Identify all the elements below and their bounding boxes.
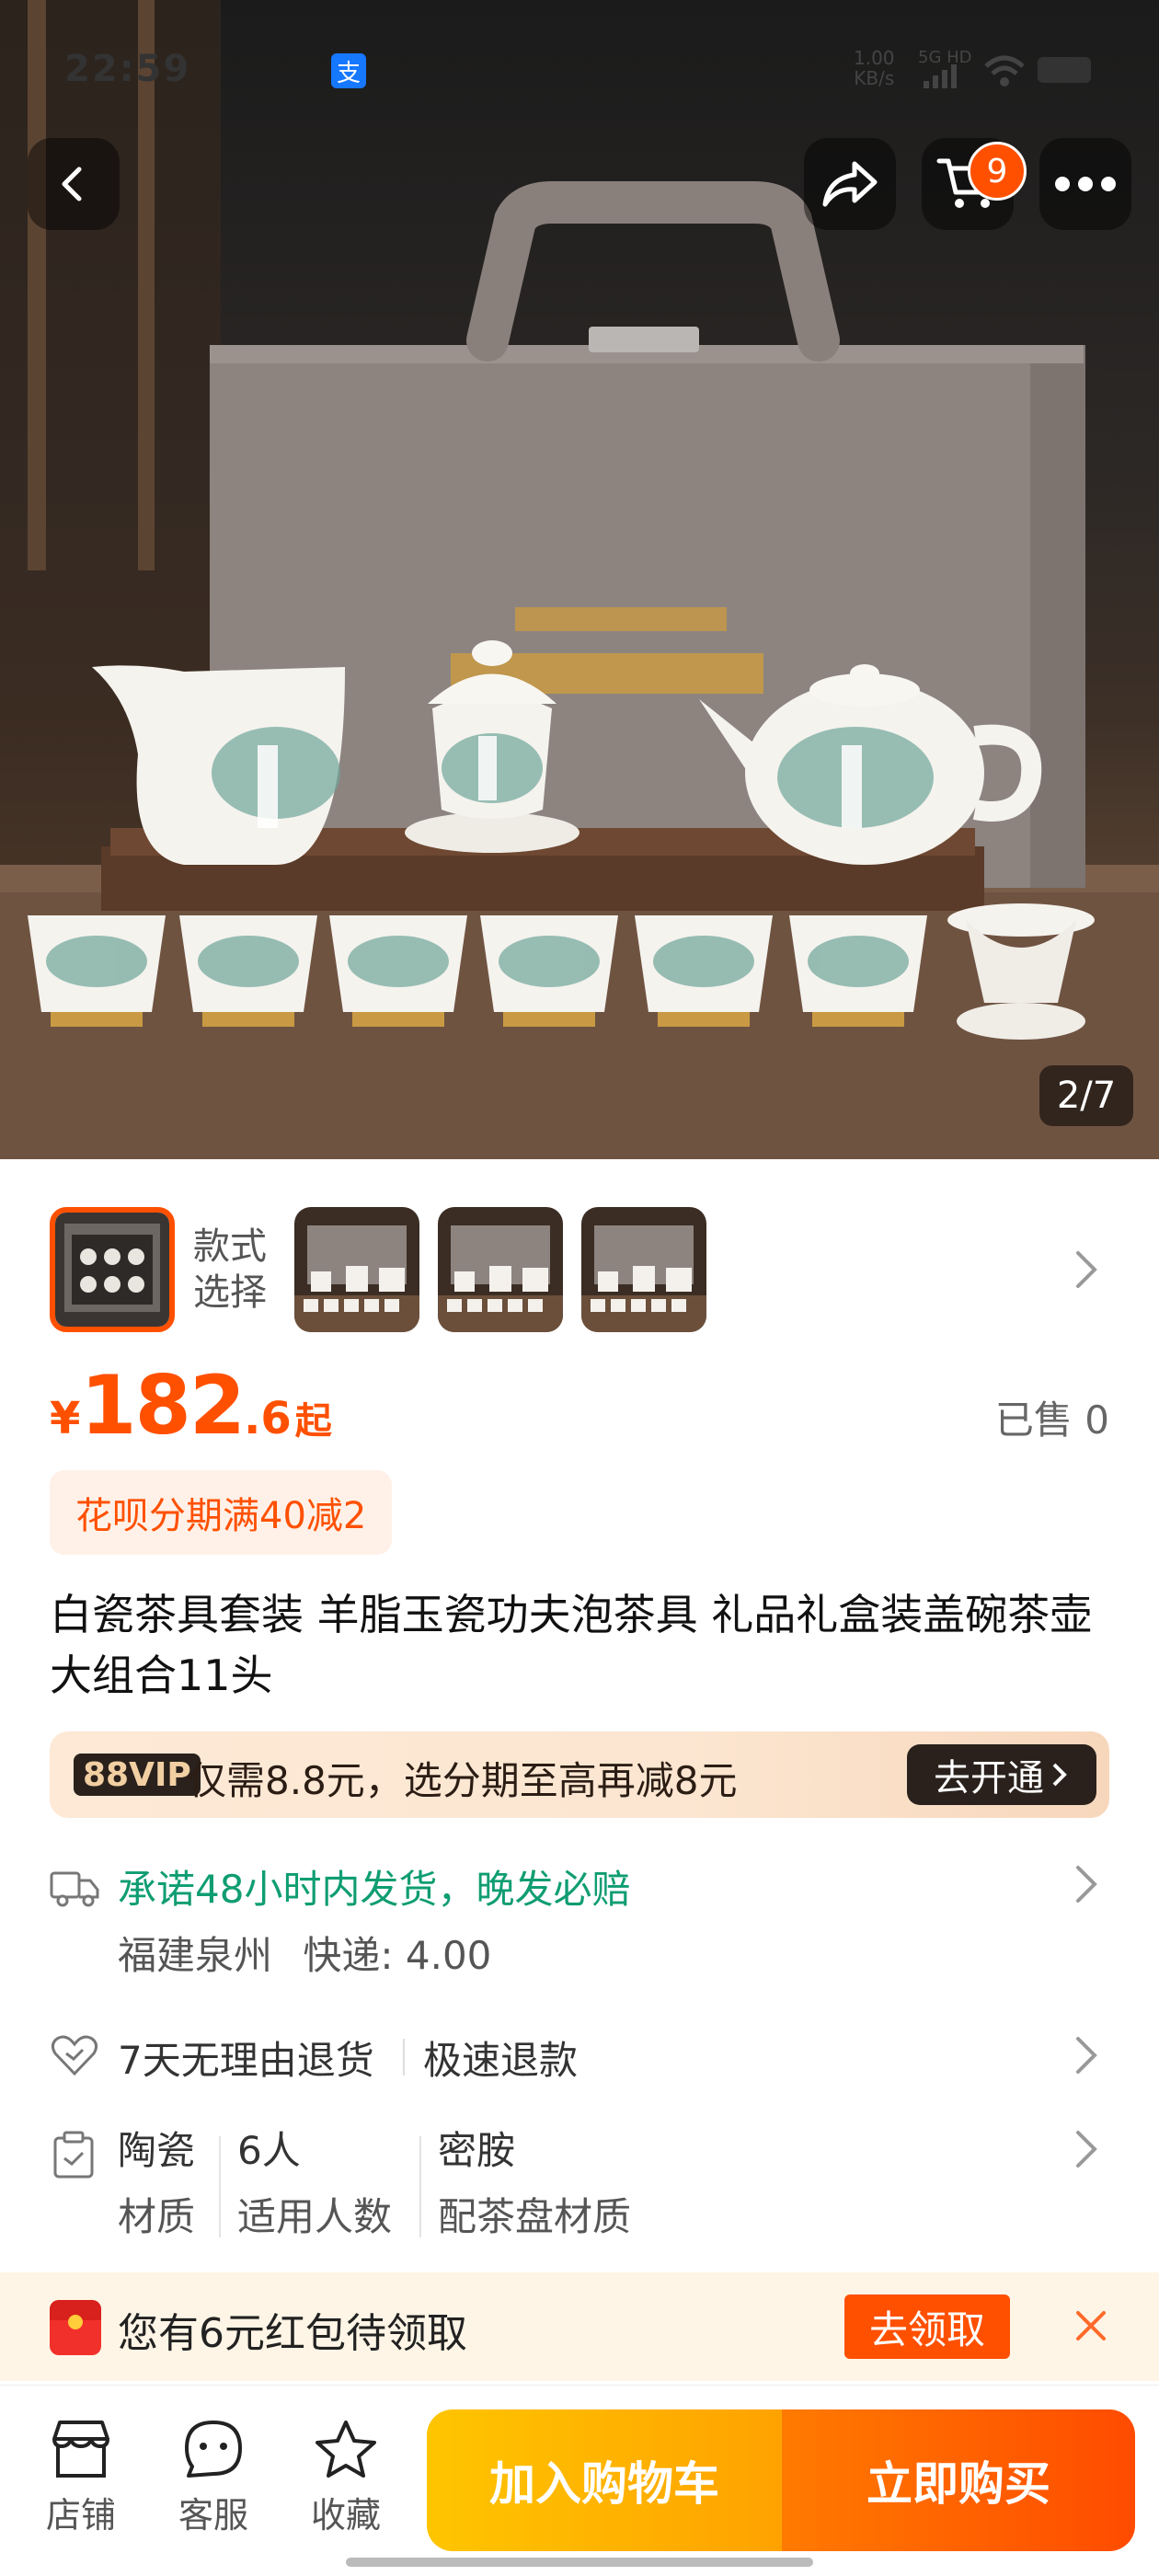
add-to-cart-button[interactable]: 加入购物车 — [427, 2409, 782, 2551]
status-bar: 22:59 支 1.00 KB/s 5G HD — [0, 0, 1159, 138]
chevron-right-icon[interactable] — [1073, 1864, 1100, 1904]
chevron-right-icon — [1052, 1763, 1067, 1787]
product-hero-image[interactable]: 22:59 支 1.00 KB/s 5G HD 9 2/7 — [0, 0, 1159, 1159]
product-title: 白瓷茶具套装 羊脂玉瓷功夫泡茶具 礼品礼盒装盖碗茶壶大组合11头 — [50, 1590, 1093, 1700]
image-counter: 2/7 — [1039, 1065, 1133, 1126]
variant-thumb[interactable] — [581, 1207, 706, 1332]
shipping-info: 福建泉州 快递: 4.00 — [118, 1925, 491, 1981]
cart-count-badge: 9 — [968, 142, 1027, 201]
back-button[interactable] — [28, 138, 120, 230]
bottom-action-bar: 店铺 客服 收藏 加入购物车 立即购买 — [0, 2385, 1159, 2576]
clipboard-icon — [53, 2131, 94, 2179]
claim-button[interactable]: 去领取 — [844, 2294, 1010, 2359]
divider — [419, 2136, 421, 2237]
divider — [403, 2039, 405, 2076]
status-time: 22:59 — [64, 48, 191, 90]
variant-thumb[interactable] — [438, 1207, 563, 1332]
shipping-fee: 快递: 4.00 — [303, 1933, 492, 1978]
shipping-promise: 承诺48小时内发货，晚发必赔 — [118, 1867, 631, 1912]
installment-promo-tag[interactable]: 花呗分期满40减2 — [50, 1470, 393, 1555]
red-packet-icon — [50, 2300, 101, 2355]
shop-icon — [52, 2421, 109, 2478]
variant-thumb[interactable] — [294, 1207, 419, 1332]
product-price: ¥182.6 起 — [50, 1358, 332, 1453]
vip-badge: 88VIP — [74, 1754, 201, 1796]
vip-text: 仅需8.8元，选分期至高再减8元 — [188, 1758, 738, 1803]
star-icon — [316, 2421, 376, 2478]
favorite-button[interactable]: 收藏 — [291, 2419, 401, 2537]
share-icon — [822, 161, 878, 207]
more-button[interactable] — [1039, 138, 1131, 230]
shield-heart-icon — [51, 2035, 98, 2076]
attribute-people: 6人 适用人数 — [237, 2128, 393, 2239]
battery-icon — [1038, 57, 1091, 83]
truck-icon — [50, 1871, 99, 1907]
customer-service-button[interactable]: 客服 — [158, 2419, 269, 2537]
fast-refund: 极速退款 — [423, 2038, 579, 2083]
chevron-left-icon — [62, 167, 82, 201]
home-indicator — [346, 2558, 813, 2567]
chevron-right-icon[interactable] — [1073, 2129, 1100, 2169]
net-speed: 1.00 KB/s — [854, 47, 895, 89]
red-packet-bar[interactable]: 您有6元红包待领取 去领取 — [0, 2272, 1159, 2381]
variant-thumb-selected[interactable] — [50, 1207, 175, 1332]
buy-now-button[interactable]: 立即购买 — [782, 2409, 1135, 2551]
more-dots-icon — [1055, 177, 1116, 191]
wifi-icon — [984, 55, 1025, 86]
shop-button[interactable]: 店铺 — [26, 2419, 136, 2537]
chat-face-icon — [185, 2421, 242, 2478]
divider — [219, 2136, 221, 2237]
variant-label: 款式 选择 — [193, 1225, 267, 1314]
signal-icon — [924, 64, 957, 88]
red-packet-text: 您有6元红包待领取 — [118, 2310, 467, 2357]
attribute-material: 陶瓷 材质 — [118, 2128, 196, 2239]
close-icon[interactable] — [1063, 2298, 1119, 2353]
return-policy: 7天无理由退货 — [118, 2038, 374, 2083]
sold-count: 已售 0 — [994, 1397, 1109, 1443]
variant-selector[interactable]: 款式 选择 — [50, 1207, 1109, 1332]
vip-open-button[interactable]: 去开通 — [907, 1744, 1096, 1805]
chevron-right-icon[interactable] — [1073, 2035, 1100, 2076]
shipping-origin: 福建泉州 — [118, 1933, 273, 1978]
vip-banner[interactable]: 88VIP 仅需8.8元，选分期至高再减8元 去开通 — [50, 1731, 1109, 1818]
chevron-right-icon[interactable] — [1073, 1249, 1100, 1290]
attribute-tray-material: 密胺 配茶盘材质 — [438, 2128, 632, 2239]
alipay-icon: 支 — [331, 53, 366, 88]
share-button[interactable] — [804, 138, 896, 230]
